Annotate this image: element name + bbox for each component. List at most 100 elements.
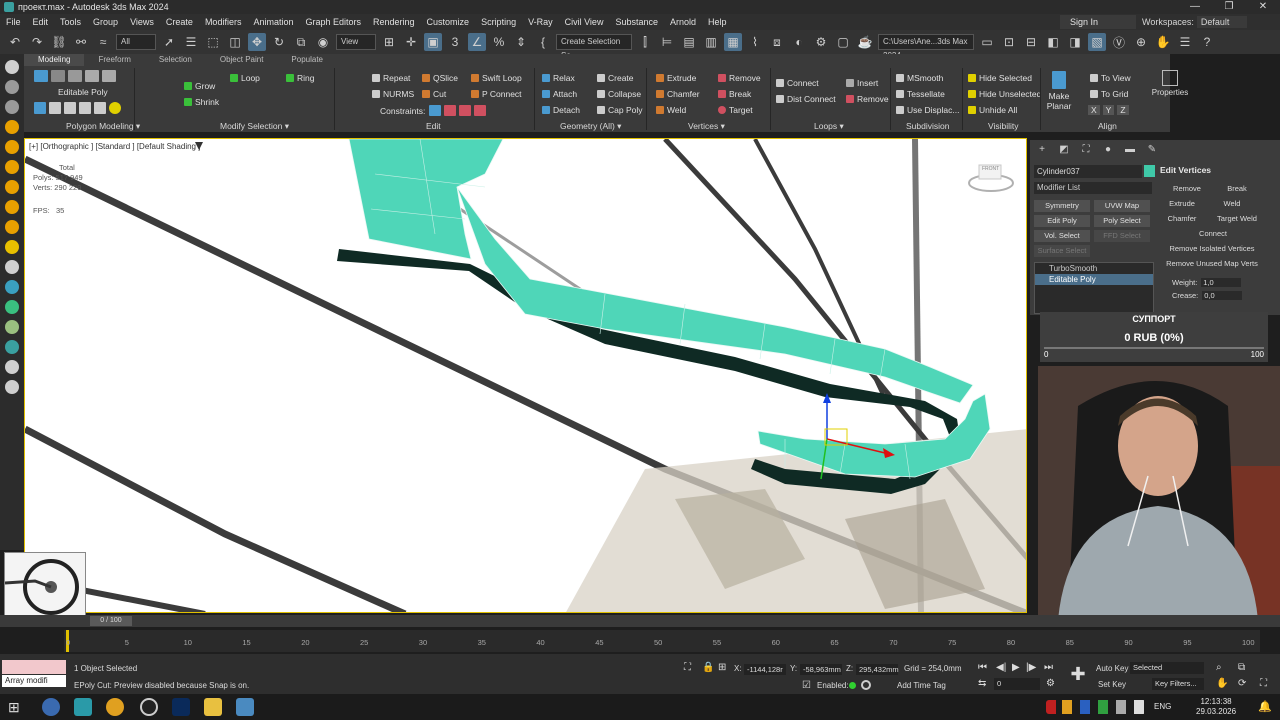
named-selection-sets[interactable]: Create Selection Se bbox=[556, 34, 632, 60]
isolate-icon[interactable]: ◧ bbox=[1044, 33, 1062, 51]
edit-vertices-rollout-title[interactable]: Edit Vertices bbox=[1160, 165, 1211, 175]
key-mode-icon[interactable]: ⇆ bbox=[978, 678, 986, 689]
key-mode-dropdown[interactable]: Selected bbox=[1130, 662, 1204, 674]
border-mode-icon[interactable] bbox=[68, 70, 82, 82]
previous-frame-icon[interactable]: ◀| bbox=[996, 662, 1006, 673]
set-key-button[interactable]: Set Key bbox=[1098, 680, 1126, 689]
vertex-mode-icon[interactable] bbox=[34, 70, 48, 82]
y-coordinate-field[interactable]: -58,963mm bbox=[800, 664, 842, 675]
grass-icon[interactable] bbox=[5, 320, 19, 334]
make-planar-button[interactable]: Make Planar bbox=[1044, 71, 1074, 111]
configure-sets-icon[interactable] bbox=[94, 102, 106, 114]
menu-rendering[interactable]: Rendering bbox=[367, 17, 421, 27]
go-to-end-icon[interactable]: ⏭ bbox=[1044, 662, 1053, 673]
edit-named-selection-icon[interactable]: { bbox=[534, 33, 552, 51]
next-frame-icon[interactable]: |▶ bbox=[1026, 662, 1036, 673]
plugin-icon[interactable]: ✋ bbox=[1154, 33, 1172, 51]
align-x-button[interactable]: X bbox=[1088, 105, 1100, 115]
helper-icon[interactable] bbox=[5, 180, 19, 194]
loop-button[interactable]: Loop bbox=[230, 73, 260, 83]
cube-icon[interactable] bbox=[5, 260, 19, 274]
substance-icon[interactable]: Ⓥ bbox=[1110, 33, 1128, 51]
reference-coordinate-system[interactable]: View bbox=[336, 34, 376, 50]
pan-icon[interactable]: ✋ bbox=[1216, 678, 1228, 689]
chamfer-button[interactable]: Chamfer bbox=[656, 89, 700, 99]
relax-button[interactable]: Relax bbox=[542, 73, 575, 83]
menu-substance[interactable]: Substance bbox=[609, 17, 664, 27]
viewport-orthographic[interactable]: [+] [Orthographic ] [Standard ] [Default… bbox=[24, 138, 1027, 613]
detach-button[interactable]: Detach bbox=[542, 105, 580, 115]
camera-icon[interactable] bbox=[5, 160, 19, 174]
ev-extrude-button[interactable]: Extrude bbox=[1164, 198, 1200, 209]
key-filters-button[interactable]: Key Filters... bbox=[1152, 678, 1204, 690]
surface-select-button[interactable]: Surface Select bbox=[1034, 245, 1090, 257]
object-color-swatch[interactable] bbox=[1144, 165, 1155, 177]
constraint-none-icon[interactable] bbox=[429, 105, 442, 116]
light-bulb-icon[interactable] bbox=[109, 102, 121, 114]
move-icon[interactable]: ✥ bbox=[248, 33, 266, 51]
constraint-edge-icon[interactable] bbox=[444, 105, 457, 116]
vertices-group-label[interactable]: Vertices ▾ bbox=[688, 121, 725, 132]
menu-file[interactable]: File bbox=[0, 17, 27, 27]
poly-select-button[interactable]: Poly Select bbox=[1094, 215, 1150, 227]
connect-button[interactable]: Connect bbox=[776, 78, 819, 88]
cut-button[interactable]: Cut bbox=[422, 89, 446, 99]
tab-object-paint[interactable]: Object Paint bbox=[206, 54, 278, 66]
curve-editor-icon[interactable]: ⌇ bbox=[746, 33, 764, 51]
menu-create[interactable]: Create bbox=[160, 17, 199, 27]
stack-item-turbosmooth[interactable]: TurboSmooth bbox=[1035, 263, 1153, 274]
project-folder-icon[interactable]: ▭ bbox=[978, 33, 996, 51]
extrude-button[interactable]: Extrude bbox=[656, 73, 696, 83]
menu-graph-editors[interactable]: Graph Editors bbox=[299, 17, 367, 27]
rendered-frame-icon[interactable]: ▢ bbox=[834, 33, 852, 51]
menu-modifiers[interactable]: Modifiers bbox=[199, 17, 248, 27]
menu-civil-view[interactable]: Civil View bbox=[559, 17, 610, 27]
zoom-all-icon[interactable]: ⧉ bbox=[1238, 662, 1245, 673]
ev-weight-field[interactable]: Weight: 1,0 bbox=[1172, 278, 1242, 287]
constraint-normal-icon[interactable] bbox=[474, 105, 487, 116]
project-path[interactable]: C:\Users\Ane...3ds Max 2024 bbox=[878, 34, 974, 60]
tree-icon[interactable] bbox=[5, 340, 19, 354]
mirror-icon[interactable]: ⫿ bbox=[636, 33, 654, 51]
create-tab-icon[interactable]: + bbox=[1034, 144, 1050, 158]
hide-unselected-button[interactable]: Hide Unselected bbox=[968, 89, 1041, 99]
windows-start-icon[interactable]: ⊞ bbox=[8, 698, 26, 716]
editable-poly-model[interactable] bbox=[348, 139, 991, 478]
uvw-map-button[interactable]: UVW Map bbox=[1094, 200, 1150, 212]
remove-button[interactable]: Remove bbox=[718, 73, 761, 83]
rect-selection-icon[interactable]: ⬚ bbox=[204, 33, 222, 51]
bind-spacewarp-icon[interactable]: ≈ bbox=[94, 33, 112, 51]
render-setup-icon[interactable]: ⚙ bbox=[812, 33, 830, 51]
paint-icon[interactable] bbox=[5, 100, 19, 114]
select-object-icon[interactable]: ➚ bbox=[160, 33, 178, 51]
menu-animation[interactable]: Animation bbox=[247, 17, 299, 27]
3dsmax-taskbar-icon[interactable] bbox=[74, 698, 92, 716]
set-key-plus-icon[interactable]: ✚ bbox=[1068, 664, 1088, 684]
menu-tools[interactable]: Tools bbox=[54, 17, 87, 27]
spinner-snap-icon[interactable]: ⇕ bbox=[512, 33, 530, 51]
maxscript-listener-input[interactable]: Array modifi bbox=[2, 675, 66, 687]
remote-desktop-icon[interactable] bbox=[236, 698, 254, 716]
properties-button[interactable]: Properties bbox=[1150, 70, 1190, 97]
edit-poly-button[interactable]: Edit Poly bbox=[1034, 215, 1090, 227]
create-button[interactable]: Create bbox=[597, 73, 634, 83]
adaptive-degradation-icon[interactable]: ☑ bbox=[802, 680, 811, 691]
snap-toggle-icon[interactable]: 3 bbox=[446, 33, 464, 51]
tessellate-button[interactable]: Tessellate bbox=[896, 89, 945, 99]
use-displacement-button[interactable]: Use Displac... bbox=[896, 105, 959, 115]
constraint-face-icon[interactable] bbox=[459, 105, 472, 116]
chrome-icon[interactable] bbox=[106, 698, 124, 716]
isolate-selection-icon[interactable]: ⛶ bbox=[684, 662, 691, 673]
ev-target-weld-button[interactable]: Target Weld bbox=[1214, 213, 1260, 224]
select-manipulate-icon[interactable]: ✛ bbox=[402, 33, 420, 51]
attach-button[interactable]: Attach bbox=[542, 89, 577, 99]
menu-group[interactable]: Group bbox=[87, 17, 124, 27]
repeat-button[interactable]: Repeat bbox=[372, 73, 410, 83]
x-coordinate-field[interactable]: -1144,128r bbox=[744, 664, 786, 675]
menu-views[interactable]: Views bbox=[124, 17, 160, 27]
lock-selection-icon[interactable]: 🔒 bbox=[702, 662, 714, 673]
undo-icon[interactable]: ↶ bbox=[6, 33, 24, 51]
rotate-icon[interactable]: ↻ bbox=[270, 33, 288, 51]
modify-selection-group-label[interactable]: Modify Selection ▾ bbox=[220, 121, 289, 132]
menu-list-icon[interactable]: ☰ bbox=[1176, 33, 1194, 51]
